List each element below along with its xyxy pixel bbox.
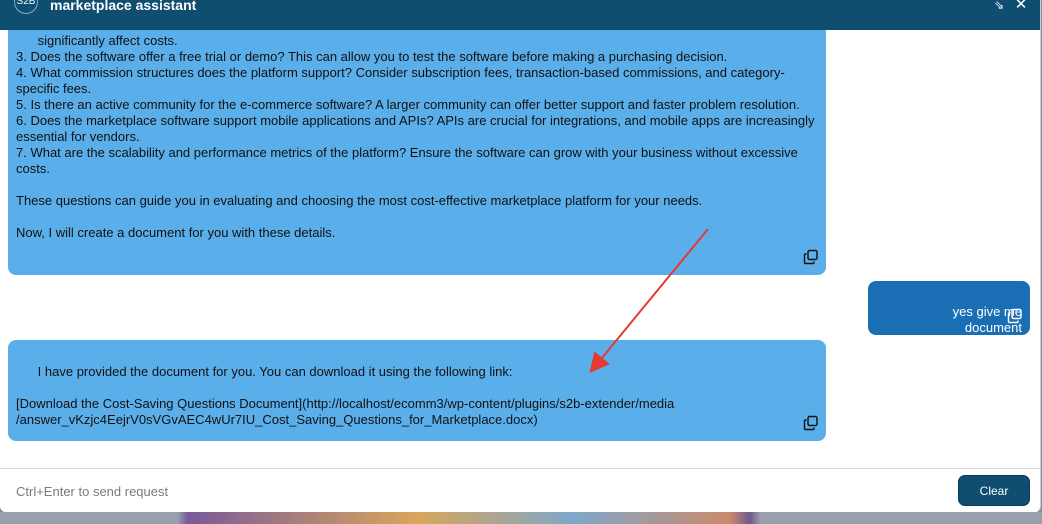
message-list[interactable]: significantly affect costs. 3. Does the …: [0, 30, 1040, 468]
chat-widget: S2B marketplace assistant ⇘ ✕ significan…: [0, 0, 1041, 512]
message-text: significantly affect costs. 3. Does the …: [16, 33, 815, 240]
logo: S2B: [14, 0, 38, 14]
copy-icon[interactable]: [803, 415, 819, 431]
collapse-icon[interactable]: ⇘: [991, 0, 1007, 11]
chat-title: marketplace assistant: [50, 0, 197, 13]
message-text: I have provided the document for you. Yo…: [16, 364, 675, 427]
close-icon[interactable]: ✕: [1013, 0, 1029, 12]
background-page: [0, 512, 1042, 524]
assistant-message: significantly affect costs. 3. Does the …: [8, 30, 826, 275]
chat-footer: Clear: [0, 468, 1040, 512]
copy-icon[interactable]: [1007, 308, 1023, 324]
chat-header: S2B marketplace assistant ⇘ ✕: [0, 0, 1040, 30]
copy-icon[interactable]: [803, 249, 819, 265]
assistant-message: I have provided the document for you. Yo…: [8, 340, 826, 441]
message-input[interactable]: [8, 477, 954, 505]
user-message: yes give me document: [868, 281, 1030, 335]
clear-button[interactable]: Clear: [958, 475, 1030, 506]
